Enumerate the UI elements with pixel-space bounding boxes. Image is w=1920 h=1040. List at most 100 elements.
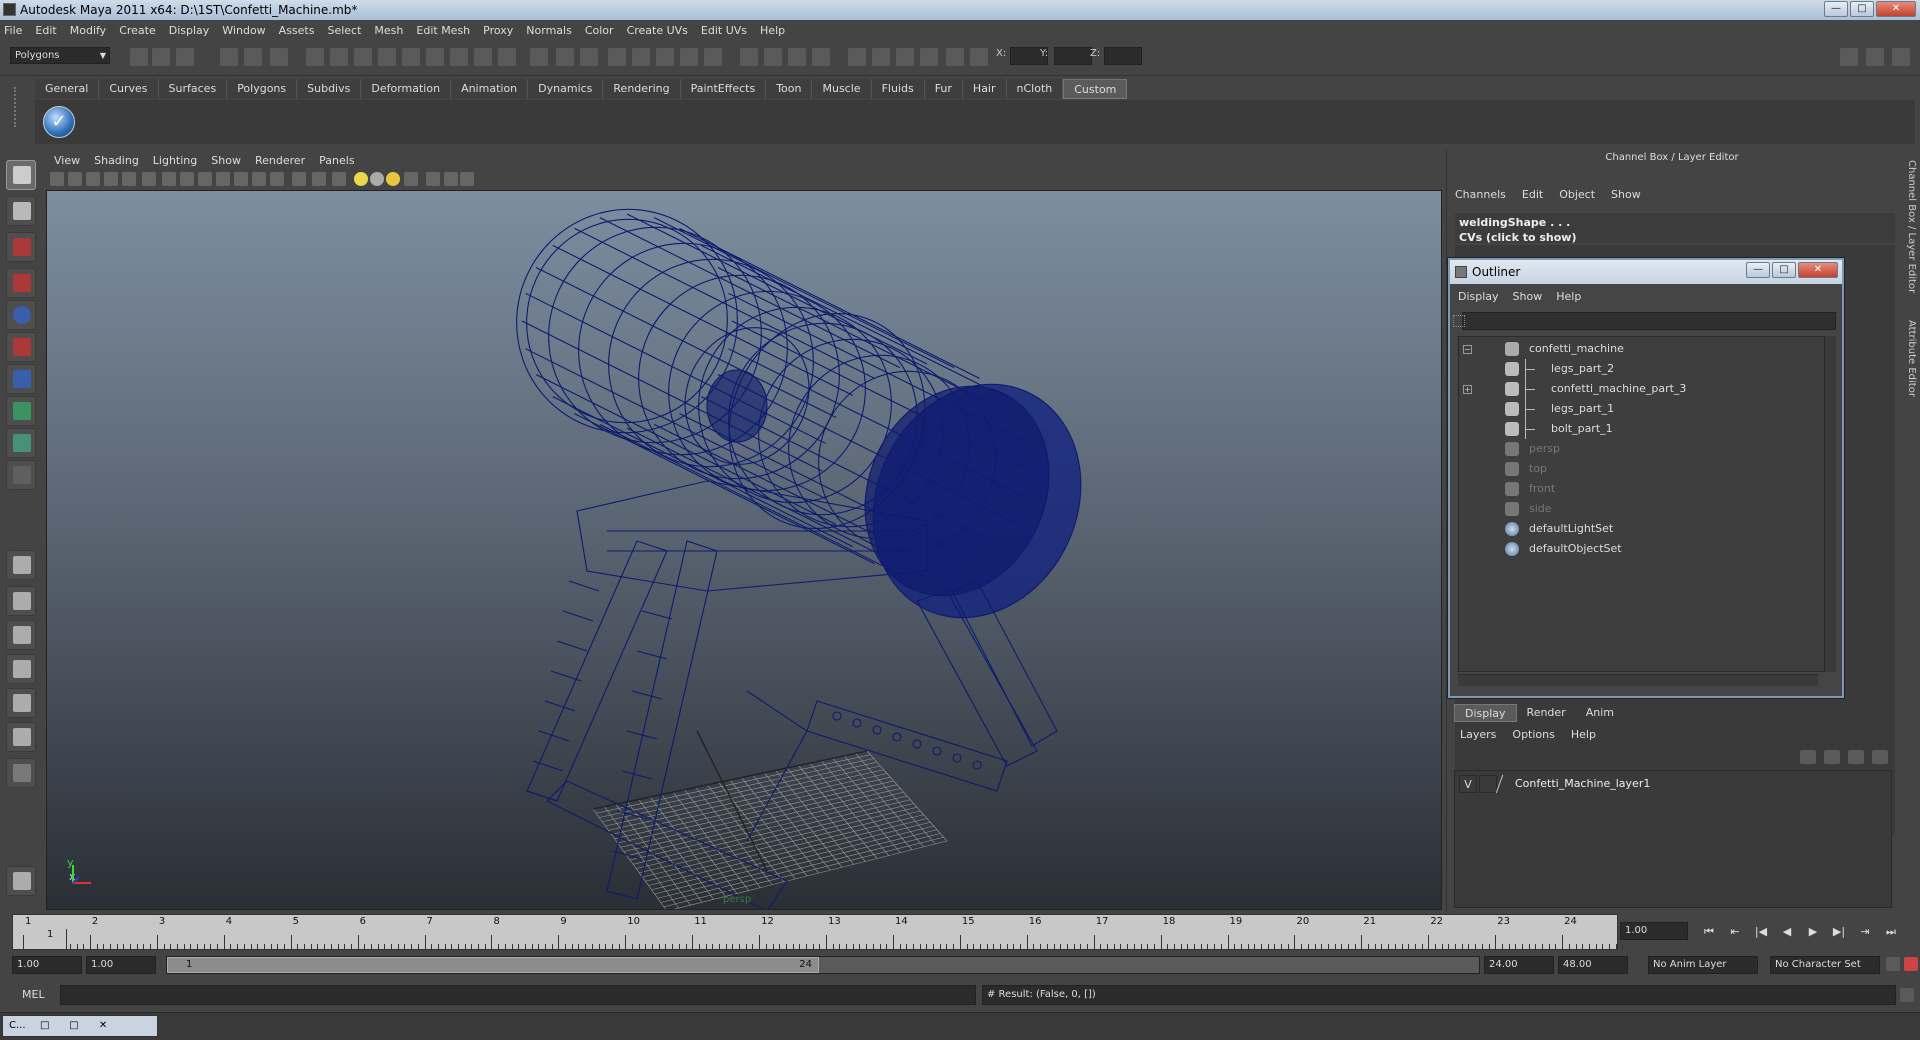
- sculpt-icon[interactable]: [970, 48, 988, 66]
- persp-outliner-layout-icon[interactable]: [6, 654, 36, 684]
- snap-surface-icon[interactable]: [402, 48, 420, 66]
- menu-select[interactable]: Select: [327, 24, 361, 37]
- outliner-item[interactable]: bolt_part_1: [1459, 419, 1819, 439]
- menu-edit[interactable]: Edit: [35, 24, 56, 37]
- snap-plane-icon[interactable]: [378, 48, 396, 66]
- menu-set-selector[interactable]: Polygons ▼: [10, 47, 110, 64]
- step-forward-key-button[interactable]: ⇥: [1852, 924, 1878, 940]
- soft-mod-tool-icon[interactable]: [6, 396, 36, 426]
- character-set-dropdown[interactable]: No Character Set: [1770, 956, 1880, 974]
- current-frame-field[interactable]: 1.00: [1620, 922, 1688, 940]
- outliner-horizontal-scrollbar[interactable]: [1458, 674, 1818, 686]
- outliner-item[interactable]: legs_part_2: [1459, 359, 1819, 379]
- select-lasso-icon[interactable]: [632, 48, 650, 66]
- resolution-gate-icon[interactable]: [180, 172, 194, 186]
- menu-mesh[interactable]: Mesh: [374, 24, 403, 37]
- play-forwards-button[interactable]: ▶: [1800, 924, 1826, 940]
- outliner-vertical-scrollbar[interactable]: [1824, 336, 1836, 672]
- playback-start-field[interactable]: 1.00: [86, 956, 156, 974]
- shelf-tab-polygons[interactable]: Polygons: [227, 79, 298, 99]
- select-tool-icon[interactable]: [6, 160, 36, 190]
- menu-edit-uvs[interactable]: Edit UVs: [701, 24, 747, 37]
- scale-icon[interactable]: [704, 48, 722, 66]
- layer-row[interactable]: V Confetti_Machine_layer1: [1459, 775, 1879, 793]
- xray-joints-icon[interactable]: [444, 172, 458, 186]
- new-scene-icon[interactable]: [130, 48, 148, 66]
- shelf-tab-fluids[interactable]: Fluids: [871, 79, 925, 99]
- outliner-item[interactable]: − confetti_machine: [1459, 339, 1819, 359]
- shelf-tab-rendering[interactable]: Rendering: [603, 79, 681, 99]
- smooth-shade-icon[interactable]: [292, 172, 306, 186]
- channel-box-menu-channels[interactable]: Channels: [1455, 188, 1506, 201]
- select-hierarchy-icon[interactable]: [220, 48, 238, 66]
- soft-mod-icon[interactable]: [740, 48, 758, 66]
- layer-menu-layers[interactable]: Layers: [1460, 728, 1496, 741]
- layer-color-swatch[interactable]: [1495, 775, 1513, 793]
- isolate-select-icon[interactable]: [404, 172, 418, 186]
- range-slider-handle[interactable]: 1 24: [167, 957, 819, 973]
- shelf-tab-fur[interactable]: Fur: [924, 79, 963, 99]
- render-region-icon[interactable]: [788, 48, 806, 66]
- shelf-tab-curves[interactable]: Curves: [99, 79, 159, 99]
- open-scene-icon[interactable]: [152, 48, 170, 66]
- new-layer-selected-icon[interactable]: [1872, 750, 1888, 764]
- outliner-filter-input[interactable]: [1453, 312, 1836, 330]
- shelf-tab-dynamics[interactable]: Dynamics: [528, 79, 604, 99]
- transform-icon[interactable]: [656, 48, 674, 66]
- outliner-item[interactable]: defaultObjectSet: [1459, 539, 1819, 559]
- rotate-icon[interactable]: [680, 48, 698, 66]
- show-manip-icon[interactable]: [848, 48, 866, 66]
- snap-point-icon[interactable]: [354, 48, 372, 66]
- maximize-small-button[interactable]: □: [64, 1016, 84, 1036]
- four-pane-layout-icon[interactable]: [6, 586, 36, 616]
- shelf-tab-subdivs[interactable]: Subdivs: [297, 79, 362, 99]
- attribute-editor-icon[interactable]: [1866, 48, 1884, 66]
- save-scene-icon[interactable]: [176, 48, 194, 66]
- viewport-menu-shading[interactable]: Shading: [94, 154, 139, 167]
- outliner-item[interactable]: + confetti_machine_part_3: [1459, 379, 1819, 399]
- history-icon[interactable]: [426, 48, 444, 66]
- layer-tab-render[interactable]: Render: [1517, 704, 1576, 722]
- expand-toggle-icon[interactable]: +: [1463, 385, 1472, 394]
- close-button[interactable]: ✕: [1876, 1, 1916, 17]
- shelf-tab-deformation[interactable]: Deformation: [361, 79, 452, 99]
- select-component-icon[interactable]: [270, 48, 288, 66]
- last-tool-icon[interactable]: [6, 460, 36, 490]
- shelf-tab-custom[interactable]: Custom: [1063, 79, 1128, 99]
- wireframe-on-shaded-icon[interactable]: [312, 172, 326, 186]
- textured-icon[interactable]: [332, 172, 346, 186]
- menu-assets[interactable]: Assets: [279, 24, 315, 37]
- construction-history-icon[interactable]: [498, 48, 516, 66]
- grid-icon[interactable]: [142, 172, 156, 186]
- shelf-tab-painteffects[interactable]: PaintEffects: [680, 79, 767, 99]
- batch-render-icon[interactable]: [812, 48, 830, 66]
- high-quality-icon[interactable]: [386, 172, 400, 186]
- channel-box-menu-object[interactable]: Object: [1559, 188, 1595, 201]
- viewport-menu-show[interactable]: Show: [211, 154, 241, 167]
- expand-toggle-icon[interactable]: −: [1463, 345, 1472, 354]
- layer-menu-options[interactable]: Options: [1512, 728, 1554, 741]
- channel-box-menu-show[interactable]: Show: [1611, 188, 1641, 201]
- universal-manip-icon[interactable]: [6, 364, 36, 394]
- show-manip-icon[interactable]: [6, 428, 36, 458]
- graph-editor-icon[interactable]: [896, 48, 914, 66]
- menu-display[interactable]: Display: [169, 24, 210, 37]
- xray-components-icon[interactable]: [460, 172, 474, 186]
- move-tool-icon[interactable]: [6, 268, 36, 298]
- y-field[interactable]: [1054, 47, 1092, 65]
- single-pane-layout-icon[interactable]: [6, 550, 36, 580]
- go-to-start-button[interactable]: ⏮: [1696, 924, 1722, 940]
- current-time-marker[interactable]: 1: [27, 929, 67, 949]
- render-frame-icon[interactable]: [530, 48, 548, 66]
- shelf-tab-ncloth[interactable]: nCloth: [1006, 79, 1064, 99]
- shelf-tab-animation[interactable]: Animation: [451, 79, 529, 99]
- image-plane-icon[interactable]: [104, 172, 118, 186]
- animation-end-field[interactable]: 48.00: [1558, 956, 1628, 974]
- outliner-icon[interactable]: [872, 48, 890, 66]
- selected-shape-info[interactable]: weldingShape . . . CVs (click to show): [1455, 213, 1895, 244]
- outliner-item[interactable]: defaultLightSet: [1459, 519, 1819, 539]
- layer-type-toggle[interactable]: [1479, 775, 1497, 793]
- shelf-tab-general[interactable]: General: [35, 79, 100, 99]
- step-back-key-button[interactable]: ⇤: [1722, 924, 1748, 940]
- menu-proxy[interactable]: Proxy: [483, 24, 513, 37]
